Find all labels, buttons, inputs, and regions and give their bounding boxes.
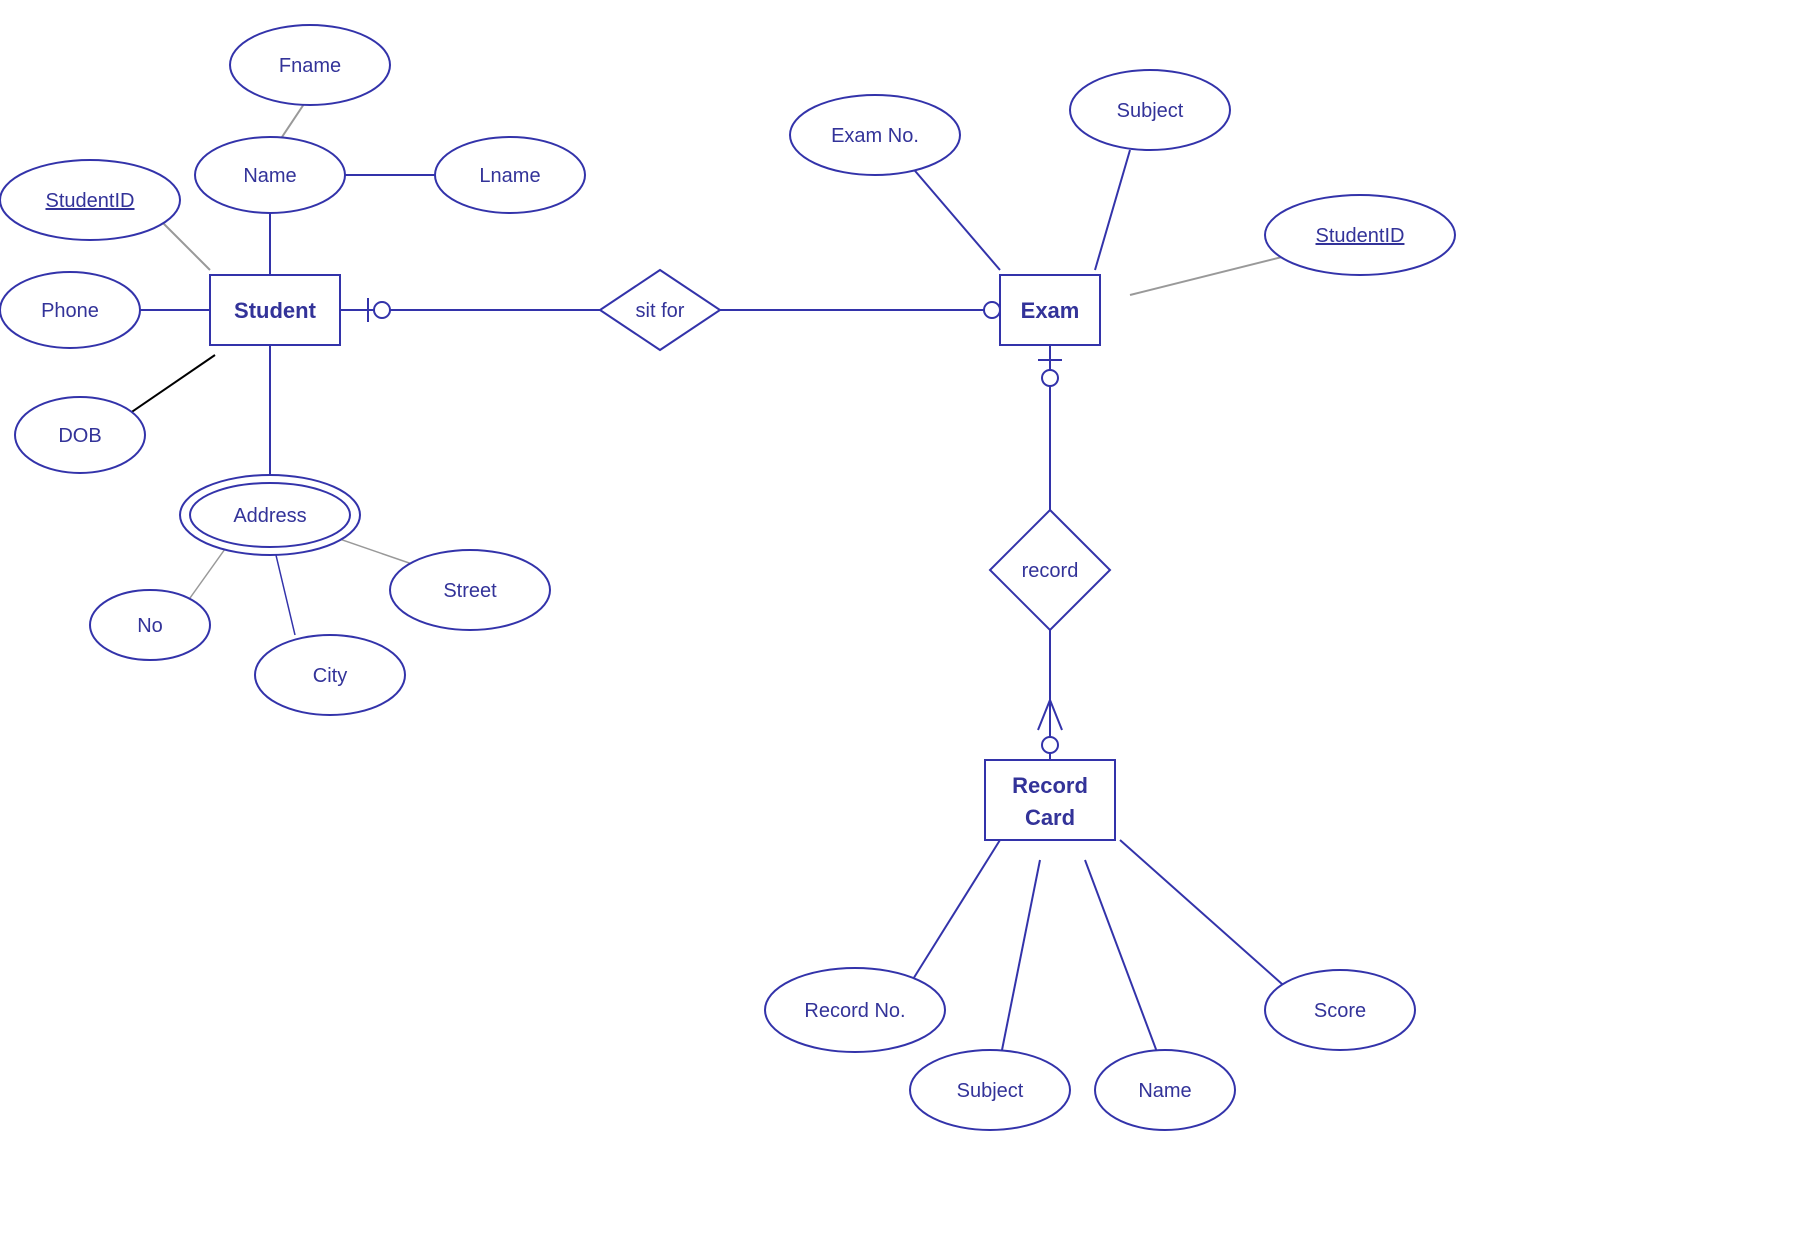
student-entity-label: Student xyxy=(234,298,317,323)
studentid-label: StudentID xyxy=(46,190,135,212)
rc-circle xyxy=(1042,737,1058,753)
phone-label: Phone xyxy=(41,300,99,322)
recordno-rc-line xyxy=(900,840,1000,1000)
crowfoot-right xyxy=(1050,700,1062,730)
examno-exam-line xyxy=(910,165,1000,270)
subjectrc-rc-line xyxy=(1000,860,1040,1060)
fname-label: Fname xyxy=(279,55,341,77)
examno-label: Exam No. xyxy=(831,125,919,147)
no-label: No xyxy=(137,615,163,637)
recordcard-entity-label2: Card xyxy=(1025,805,1075,830)
street-label: Street xyxy=(443,580,497,602)
score-label: Score xyxy=(1314,1000,1366,1022)
studentid-exam-label: StudentID xyxy=(1316,225,1405,247)
marker-circle2 xyxy=(984,302,1000,318)
exam-entity-label: Exam xyxy=(1021,298,1080,323)
subject-exam-line xyxy=(1095,150,1130,270)
namerc-rc-line xyxy=(1085,860,1160,1060)
dob-label: DOB xyxy=(58,425,101,447)
recordno-label: Record No. xyxy=(804,1000,905,1022)
name-rc-label: Name xyxy=(1138,1080,1191,1102)
crowfoot-left xyxy=(1038,700,1050,730)
record-label: record xyxy=(1022,560,1079,582)
dob-student-line xyxy=(120,355,215,420)
city-label: City xyxy=(313,665,347,687)
name-label: Name xyxy=(243,165,296,187)
subject-exam-label: Subject xyxy=(1117,100,1184,122)
sitfor-label: sit for xyxy=(636,300,685,322)
score-rc-line xyxy=(1120,840,1300,1000)
er-diagram: Student Exam Record Card sit for record … xyxy=(0,0,1800,1250)
recordcard-entity-label1: Record xyxy=(1012,773,1088,798)
subject-rc-label: Subject xyxy=(957,1080,1024,1102)
marker-circle1 xyxy=(374,302,390,318)
exam-record-circle xyxy=(1042,370,1058,386)
lname-label: Lname xyxy=(479,165,540,187)
address-label: Address xyxy=(233,505,306,527)
